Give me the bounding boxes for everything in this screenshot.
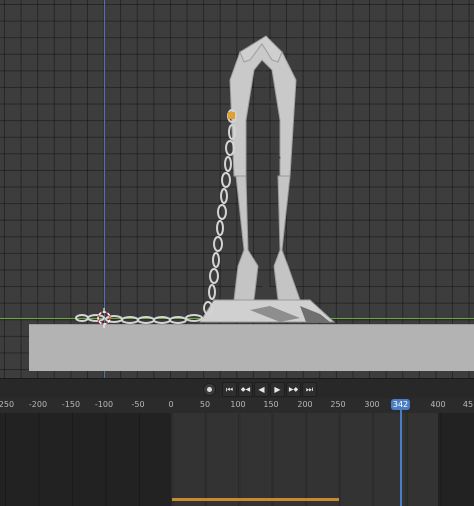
tower-object[interactable] (199, 35, 336, 323)
3d-viewport[interactable] (0, 0, 474, 378)
ruler-tick: 300 (364, 400, 380, 409)
current-frame-indicator[interactable]: 342 (391, 399, 410, 410)
record-icon[interactable] (203, 383, 216, 396)
chain-anchor-empty[interactable] (228, 112, 235, 119)
ruler-tick: 100 (230, 400, 246, 409)
play-button[interactable]: ▶ (270, 382, 285, 397)
ruler-tick: 0 (168, 400, 174, 409)
ruler-tick: -50 (131, 400, 145, 409)
frame-range-shade (171, 413, 438, 506)
chain-object[interactable] (75, 109, 237, 324)
jump-end-button[interactable]: ⏭ (302, 382, 317, 397)
scene-objects (75, 35, 336, 328)
ruler-tick: 200 (297, 400, 313, 409)
jump-start-button[interactable]: ⏮ (222, 382, 237, 397)
ruler-tick: 150 (263, 400, 279, 409)
prev-keyframe-button[interactable]: ◆◀ (238, 382, 253, 397)
next-keyframe-button[interactable]: ▶◆ (286, 382, 301, 397)
frame-range-bar (172, 498, 339, 501)
ruler-tick: -200 (28, 400, 48, 409)
ruler-tick: 400 (430, 400, 446, 409)
ruler-tick: -250 (0, 400, 15, 409)
ruler-tick: 45 (462, 400, 474, 409)
playback-controls: ⏮ ◆◀ ◀ ▶ ▶◆ ⏭ (203, 382, 318, 397)
play-reverse-button[interactable]: ◀ (254, 382, 269, 397)
ruler-tick: -100 (94, 400, 114, 409)
ruler-tick: 250 (330, 400, 346, 409)
timeline-header: ⏮ ◆◀ ◀ ▶ ▶◆ ⏭ (0, 378, 474, 399)
ruler-tick: -150 (61, 400, 81, 409)
playhead[interactable] (400, 410, 402, 506)
ruler-tick: 50 (199, 400, 211, 409)
